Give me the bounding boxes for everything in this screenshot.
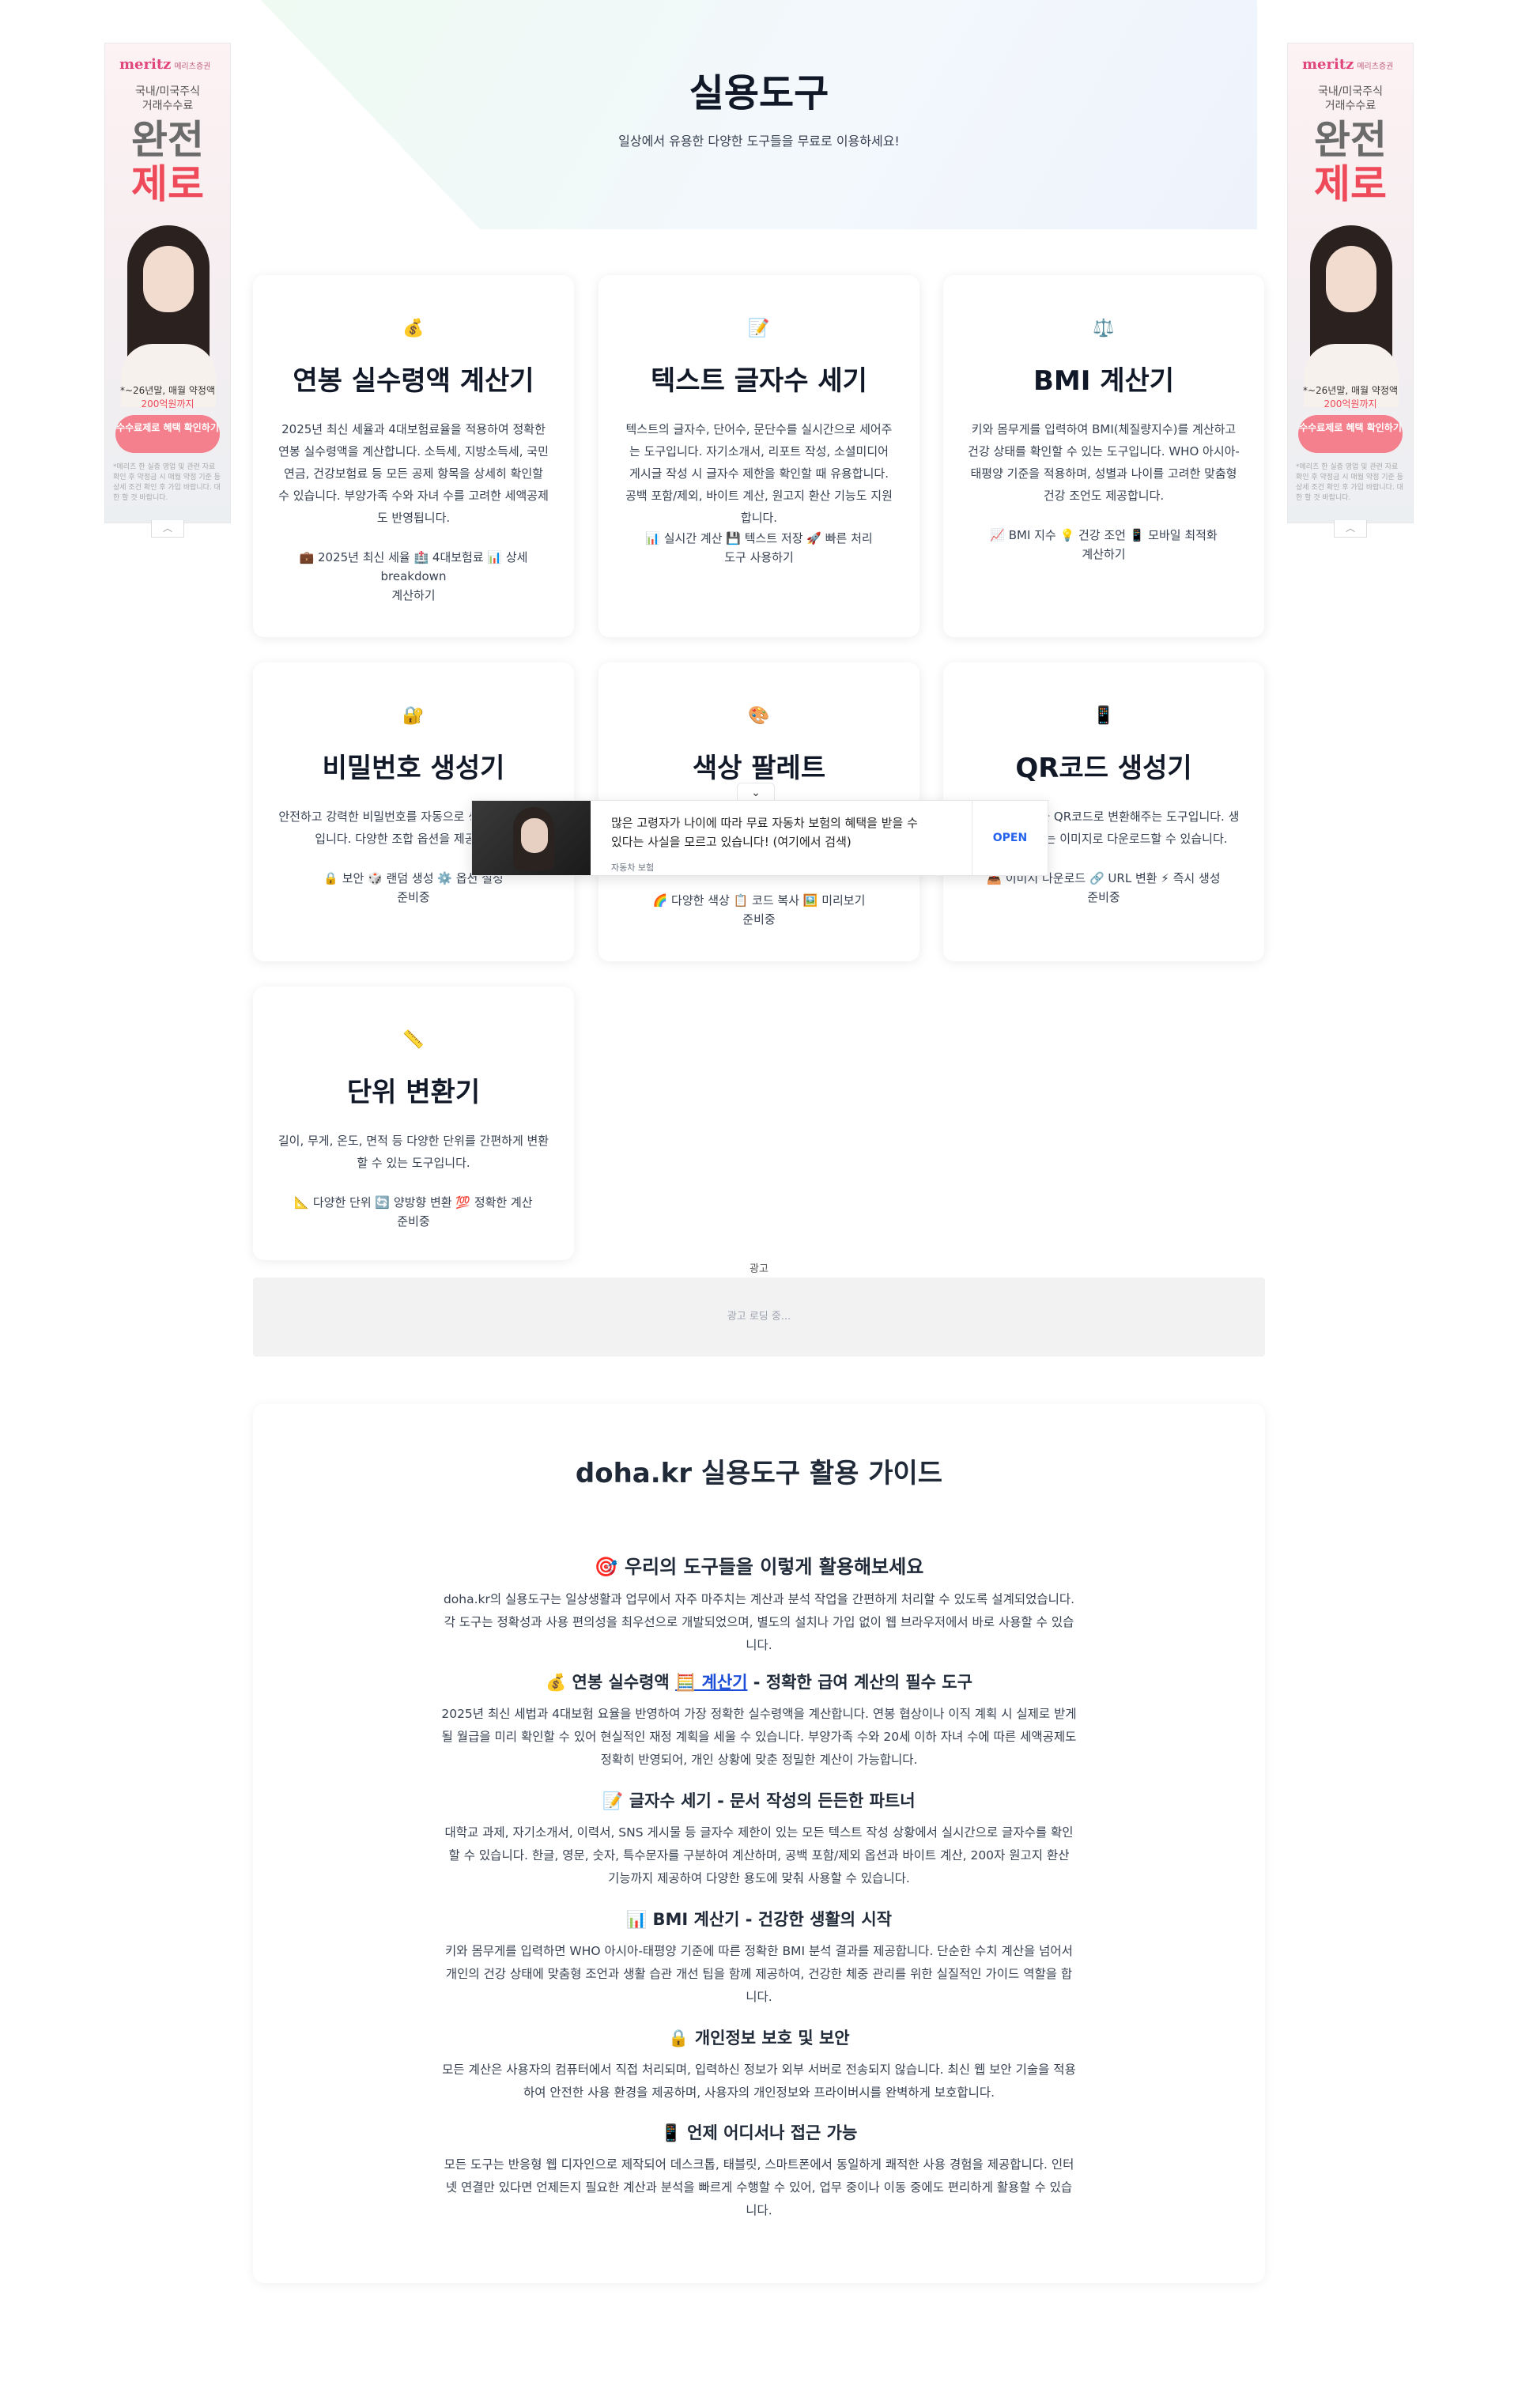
card-action-label[interactable]: 도구 사용하기 — [622, 548, 896, 567]
ad-brand-logo: meritz 메리츠증권 — [1302, 56, 1394, 73]
card-description: 텍스트의 글자수, 단어수, 문단수를 실시간으로 세어주는 도구입니다. 자기… — [625, 422, 893, 525]
overlay-ad-source: 자동차 보험 — [611, 862, 655, 873]
guide-section: doha.kr 실용도구 활용 가이드 🎯 우리의 도구들을 이렇게 활용해보세… — [253, 1404, 1265, 2283]
chevron-down-icon[interactable]: ⌄ — [737, 783, 775, 802]
ad-label: 광고 — [750, 1263, 768, 1275]
card-action-label: 준비중 — [1087, 890, 1120, 904]
guide-text-counter: 📝 글자수 세기 - 문서 작성의 든든한 파트너 대학교 과제, 자기소개서,… — [441, 1788, 1077, 1890]
ad-banner[interactable]: 광고 로딩 중... — [253, 1278, 1265, 1357]
section-body: 모든 계산은 사용자의 컴퓨터에서 직접 처리되며, 입력하신 정보가 외부 서… — [442, 2063, 1076, 2100]
card-action-label: 준비중 — [397, 1214, 430, 1229]
section-heading: 📝 글자수 세기 - 문서 작성의 든든한 파트너 — [602, 1791, 916, 1810]
ad-cta-button[interactable]: 수수료제로 혜택 확인하기 — [115, 415, 220, 453]
calculator-link[interactable]: 🧮 계산기 — [675, 1673, 747, 1692]
card-description: 2025년 최신 세율과 4대보험료율을 적용하여 정확한 연봉 실수령액을 계… — [278, 422, 549, 525]
card-title: 비밀번호 생성기 — [322, 753, 505, 784]
card-title: 텍스트 글자수 세기 — [651, 365, 867, 397]
card-title: 연봉 실수령액 계산기 — [293, 365, 534, 397]
ad-model-image — [1304, 225, 1399, 407]
overlay-open-button[interactable]: OPEN — [972, 801, 1048, 875]
ruler-icon: 📏 — [402, 1030, 425, 1050]
ad-subheading: 국내/미국주식 거래수수료 — [135, 85, 200, 112]
section-heading: 🔒 개인정보 보호 및 보안 — [668, 2029, 850, 2048]
right-side-ad[interactable]: meritz 메리츠증권 국내/미국주식 거래수수료 완전 제로 *~26년말, 매월… — [1287, 43, 1414, 523]
section-heading: 📱 언제 어디서나 접근 가능 — [660, 2123, 858, 2142]
card-title: 단위 변환기 — [346, 1077, 481, 1108]
ad-fine-print: *메리츠 한 실증 영업 및 관련 자료 확인 후 약정금 시 매월 약정 기준… — [1296, 463, 1403, 502]
lock-key-icon: 🔐 — [402, 706, 425, 726]
guide-privacy: 🔒 개인정보 보호 및 보안 모든 계산은 사용자의 컴퓨터에서 직접 처리되며… — [441, 2025, 1077, 2104]
guide-intro: 🎯 우리의 도구들을 이렇게 활용해보세요 doha.kr의 실용도구는 일상생… — [441, 1551, 1077, 1657]
ad-headline: 완전 제로 — [131, 117, 204, 207]
section-heading: 🎯 우리의 도구들을 이렇게 활용해보세요 — [594, 1556, 924, 1578]
guide-bmi: 📊 BMI 계산기 - 건강한 생활의 시작 키와 몸무게를 입력하면 WHO … — [441, 1907, 1077, 2009]
ad-model-image — [121, 225, 216, 407]
mobile-icon: 📱 — [1093, 706, 1115, 726]
chevron-up-icon[interactable]: ︿ — [151, 520, 184, 538]
card-features: 📈 BMI 지수 💡 건강 조언 📱 모바일 최적화 — [990, 528, 1218, 542]
section-body: doha.kr의 실용도구는 일상생활과 업무에서 자주 마주치는 계산과 분석… — [443, 1592, 1075, 1652]
guide-title: doha.kr 실용도구 활용 가이드 — [575, 1458, 943, 1489]
card-action-label[interactable]: 계산하기 — [277, 586, 550, 605]
section-heading: 📊 BMI 계산기 - 건강한 생활의 시작 — [626, 1910, 892, 1929]
section-body: 모든 도구는 반응형 웹 디자인으로 제작되어 데스크톱, 태블릿, 스마트폰에… — [444, 2157, 1074, 2217]
tool-card-salary[interactable]: 💰 연봉 실수령액 계산기 2025년 최신 세율과 4대보험료율을 적용하여 … — [253, 275, 574, 637]
ad-fine-print: *메리츠 한 실증 영업 및 관련 자료 확인 후 약정금 시 매월 약정 기준… — [113, 463, 221, 502]
memo-icon: 📝 — [748, 319, 770, 338]
tool-card-unit-converter[interactable]: 📏 단위 변환기 길이, 무게, 온도, 면적 등 다양한 단위를 간편하게 변… — [253, 987, 574, 1260]
money-bag-icon: 💰 — [402, 319, 425, 338]
tool-card-text-counter[interactable]: 📝 텍스트 글자수 세기 텍스트의 글자수, 단어수, 문단수를 실시간으로 세… — [599, 275, 919, 637]
card-title: BMI 계산기 — [1033, 365, 1175, 397]
card-action-label: 준비중 — [742, 912, 776, 927]
ad-note: *~26년말, 매월 약정액 200억원까지 — [119, 385, 216, 410]
ad-note: *~26년말, 매월 약정액 200억원까지 — [1302, 385, 1399, 410]
card-features: 📊 실시간 계산 💾 텍스트 저장 🚀 빠른 처리 — [645, 531, 873, 545]
ad-cta-button[interactable]: 수수료제로 혜택 확인하기 — [1298, 415, 1403, 453]
overlay-ad-thumbnail — [472, 801, 591, 875]
overlay-ad[interactable]: 많은 고령자가 나이에 따라 무료 자동차 보험의 혜택을 받을 수 있다는 사… — [471, 800, 1048, 876]
card-features: 💼 2025년 최신 세율 🏥 4대보험료 📊 상세 breakdown — [299, 550, 528, 583]
card-features: 🌈 다양한 색상 📋 코드 복사 🖼️ 미리보기 — [652, 893, 866, 908]
chevron-up-icon[interactable]: ︿ — [1334, 520, 1367, 538]
card-description: 길이, 무게, 온도, 면적 등 다양한 단위를 간편하게 변환할 수 있는 도… — [278, 1134, 549, 1170]
section-body: 키와 몸무게를 입력하면 WHO 아시아-태평양 기준에 따른 정확한 BMI … — [445, 1944, 1073, 2004]
ad-headline: 완전 제로 — [1314, 117, 1387, 207]
overlay-ad-text[interactable]: 많은 고령자가 나이에 따라 무료 자동차 보험의 혜택을 받을 수 있다는 사… — [611, 813, 927, 851]
card-action-label: 준비중 — [397, 890, 430, 904]
card-title: QR코드 생성기 — [1015, 753, 1192, 784]
guide-salary: 💰 연봉 실수령액 🧮 계산기 - 정확한 급여 계산의 필수 도구 2025년… — [441, 1670, 1077, 1772]
section-body: 2025년 최신 세법과 4대보험 요율을 반영하여 가장 정확한 실수령액을 … — [441, 1707, 1077, 1767]
card-description: 키와 몸무게를 입력하여 BMI(체질량지수)를 계산하고 건강 상태를 확인할… — [968, 422, 1240, 503]
section-body: 대학교 과제, 자기소개서, 이력서, SNS 게시물 등 글자수 제한이 있는… — [444, 1825, 1074, 1885]
guide-access: 📱 언제 어디서나 접근 가능 모든 도구는 반응형 웹 디자인으로 제작되어 … — [441, 2120, 1077, 2222]
left-side-ad[interactable]: meritz 메리츠증권 국내/미국주식 거래수수료 완전 제로 *~26년말, 매월… — [104, 43, 231, 523]
card-features: 📐 다양한 단위 🔄 양방향 변환 💯 정확한 계산 — [294, 1195, 533, 1210]
scale-icon: ⚖️ — [1093, 319, 1115, 338]
palette-icon: 🎨 — [748, 706, 770, 726]
section-heading: 💰 연봉 실수령액 🧮 계산기 - 정확한 급여 계산의 필수 도구 — [546, 1673, 972, 1692]
tool-card-bmi[interactable]: ⚖️ BMI 계산기 키와 몸무게를 입력하여 BMI(체질량지수)를 계산하고… — [943, 275, 1264, 637]
card-action-label[interactable]: 계산하기 — [967, 545, 1240, 564]
ad-subheading: 국내/미국주식 거래수수료 — [1318, 85, 1383, 112]
ad-brand-logo: meritz 메리츠증권 — [119, 56, 211, 73]
card-title: 색상 팔레트 — [692, 753, 826, 784]
